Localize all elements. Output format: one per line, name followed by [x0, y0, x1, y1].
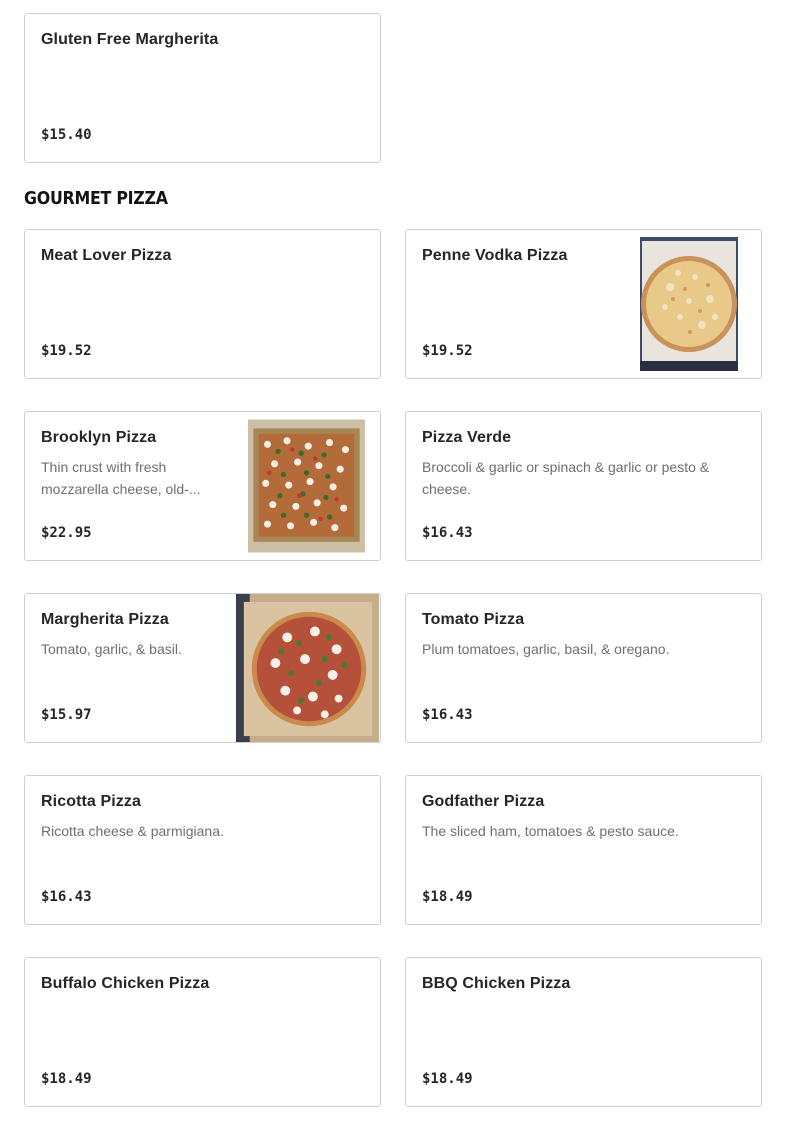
brooklyn-pizza-photo — [248, 419, 365, 553]
section-title: GOURMET PIZZA — [24, 188, 168, 209]
item-title: Gluten Free Margherita — [41, 31, 219, 48]
item-title: Godfather Pizza — [422, 793, 545, 810]
menu-item-card[interactable]: Margherita Pizza Tomato, garlic, & basil… — [24, 593, 381, 743]
menu-item-card[interactable]: Godfather Pizza The sliced ham, tomatoes… — [405, 775, 762, 925]
item-description: Ricotta cheese & parmigiana. — [41, 823, 224, 839]
penne-vodka-pizza-photo — [640, 237, 738, 371]
item-price: $19.52 — [422, 343, 473, 359]
menu-item-card[interactable]: Brooklyn Pizza Thin crust with fresh moz… — [24, 411, 381, 561]
item-description: Broccoli & garlic or spinach & garlic or… — [422, 459, 710, 497]
item-price: $18.49 — [422, 1071, 473, 1087]
item-title: Margherita Pizza — [41, 611, 169, 628]
menu-item-card[interactable]: Tomato Pizza Plum tomatoes, garlic, basi… — [405, 593, 762, 743]
item-price: $18.49 — [41, 1071, 92, 1087]
item-price: $22.95 — [41, 525, 92, 541]
item-title: Penne Vodka Pizza — [422, 247, 568, 264]
item-price: $19.52 — [41, 343, 92, 359]
margherita-pizza-photo — [235, 594, 380, 742]
menu-item-card[interactable]: Meat Lover Pizza $19.52 — [24, 229, 381, 379]
item-title: Tomato Pizza — [422, 611, 525, 628]
item-title: Pizza Verde — [422, 429, 512, 446]
item-price: $15.97 — [41, 707, 92, 723]
item-price: $15.40 — [41, 127, 92, 143]
item-description: The sliced ham, tomatoes & pesto sauce. — [422, 823, 679, 839]
item-price: $16.43 — [422, 525, 473, 541]
menu-item-card[interactable]: Penne Vodka Pizza $19.52 — [405, 229, 762, 379]
item-title: BBQ Chicken Pizza — [422, 975, 571, 992]
item-description: Thin crust with fresh mozzarella cheese,… — [41, 459, 201, 497]
item-description: Plum tomatoes, garlic, basil, & oregano. — [422, 641, 670, 657]
item-title: Ricotta Pizza — [41, 793, 141, 810]
item-title: Brooklyn Pizza — [41, 429, 157, 446]
item-title: Meat Lover Pizza — [41, 247, 172, 264]
menu-item-card[interactable]: Pizza Verde Broccoli & garlic or spinach… — [405, 411, 762, 561]
menu-item-card[interactable]: BBQ Chicken Pizza $18.49 — [405, 957, 762, 1107]
menu-item-card[interactable]: Ricotta Pizza Ricotta cheese & parmigian… — [24, 775, 381, 925]
item-price: $16.43 — [41, 889, 92, 905]
item-description: Tomato, garlic, & basil. — [41, 641, 182, 657]
menu-item-card[interactable]: Buffalo Chicken Pizza $18.49 — [24, 957, 381, 1107]
menu-item-card[interactable]: Gluten Free Margherita $15.40 — [24, 13, 381, 163]
item-price: $18.49 — [422, 889, 473, 905]
item-title: Buffalo Chicken Pizza — [41, 975, 210, 992]
item-price: $16.43 — [422, 707, 473, 723]
